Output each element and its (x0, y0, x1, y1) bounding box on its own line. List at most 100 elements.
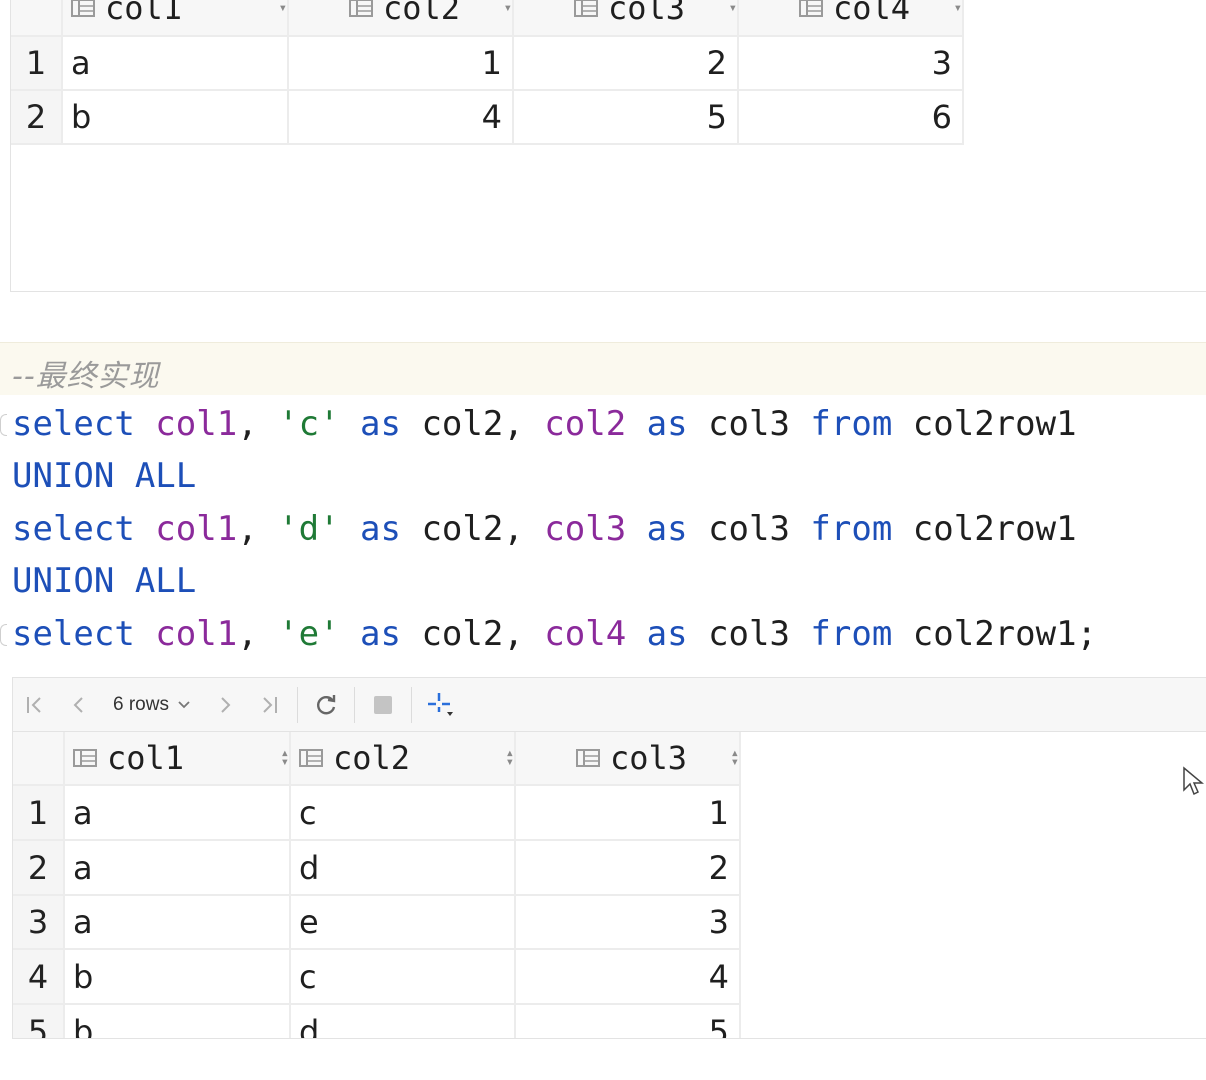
code-token: col2, (421, 404, 545, 444)
column-header-col2[interactable]: col2 ▾ (289, 0, 514, 37)
column-header-label: col2 (383, 0, 461, 27)
table-cell[interactable]: a (65, 841, 291, 896)
next-page-icon[interactable] (203, 683, 247, 727)
sort-icon[interactable]: ▾ (279, 1, 287, 15)
header-corner (11, 0, 63, 37)
table-cell[interactable]: a (65, 786, 291, 841)
column-header-col2[interactable]: col2 ▴ ▾ (291, 732, 516, 786)
table-row[interactable]: 1 a 1 2 3 (11, 37, 964, 91)
fold-marker-icon[interactable] (0, 414, 7, 436)
fold-marker-icon[interactable] (0, 624, 7, 646)
column-icon (574, 0, 598, 18)
sort-icon[interactable]: ▾ (729, 1, 737, 15)
code-token: UNION ALL (12, 561, 197, 601)
row-number: 4 (13, 950, 65, 1005)
table-cell[interactable]: 4 (516, 950, 741, 1005)
sort-icon[interactable]: ▴ ▾ (731, 746, 739, 769)
table-cell[interactable]: 3 (739, 37, 964, 91)
sort-icon[interactable]: ▴ ▾ (506, 746, 514, 769)
column-header-col1[interactable]: col1 ▴ ▾ (65, 732, 291, 786)
code-line[interactable]: select col1, 'e' as col2, col4 as col3 f… (12, 608, 1097, 660)
code-token: col1 (155, 404, 238, 444)
sql-editor[interactable]: --最终实现 select col1, 'c' as col2, col2 as… (0, 342, 1206, 664)
rows-count-label: 6 rows (113, 694, 169, 715)
column-header-col3[interactable]: col3 ▾ (514, 0, 739, 37)
table-cell[interactable]: d (291, 841, 516, 896)
table-cell[interactable]: a (65, 896, 291, 950)
table-cell[interactable]: e (291, 896, 516, 950)
result-toolbar: 6 rows (12, 677, 1206, 732)
table-cell[interactable]: 1 (516, 786, 741, 841)
code-token: col3 (708, 614, 811, 654)
row-number: 3 (13, 896, 65, 950)
column-icon (349, 0, 373, 18)
table-cell[interactable]: c (291, 950, 516, 1005)
table-row[interactable]: 4 b c 4 (13, 950, 741, 1005)
column-header-col3[interactable]: col3 ▴ ▾ (516, 732, 741, 786)
column-header-label: col3 (608, 0, 686, 27)
table-cell[interactable]: 5 (516, 1005, 741, 1038)
table-row[interactable]: 5 b d 5 (13, 1005, 741, 1038)
code-token: col1 (155, 614, 238, 654)
pin-icon[interactable] (418, 683, 462, 727)
toolbar-separator (410, 687, 412, 723)
result-grid-header: col1 ▴ ▾ col2 ▴ ▾ col3 ▴ ▾ (13, 732, 741, 786)
table-cell[interactable]: c (291, 786, 516, 841)
code-line[interactable]: select col1, 'd' as col2, col3 as col3 f… (12, 503, 1077, 555)
row-number: 1 (13, 786, 65, 841)
code-token: 'd' (278, 509, 340, 549)
table-cell[interactable]: 2 (514, 37, 739, 91)
comment-line: --最终实现 (0, 342, 1206, 395)
code-token: as (339, 404, 422, 444)
sort-icon[interactable]: ▾ (504, 1, 512, 15)
code-token: col3 (544, 509, 627, 549)
code-token: select (12, 509, 156, 549)
code-line[interactable]: UNION ALL (12, 450, 196, 502)
code-token: , (237, 614, 279, 654)
column-header-col4[interactable]: col4 ▾ (739, 0, 964, 37)
table-cell[interactable]: 4 (289, 91, 514, 145)
code-token: UNION ALL (12, 456, 197, 496)
code-line[interactable]: select col1, 'c' as col2, col2 as col3 f… (12, 398, 1077, 450)
prev-page-icon[interactable] (57, 683, 101, 727)
first-page-icon[interactable] (13, 683, 57, 727)
code-token: , (237, 404, 279, 444)
table-row[interactable]: 3 a e 3 (13, 896, 741, 950)
table-cell[interactable]: 3 (516, 896, 741, 950)
table-cell[interactable]: 5 (514, 91, 739, 145)
code-token: col1 (155, 509, 238, 549)
column-header-label: col4 (833, 0, 911, 27)
last-page-icon[interactable] (247, 683, 291, 727)
table-cell[interactable]: b (63, 91, 289, 145)
column-header-col1[interactable]: col1 ▾ (63, 0, 289, 37)
column-header-label: col2 (333, 739, 411, 777)
column-header-label: col1 (107, 739, 185, 777)
table-cell[interactable]: a (63, 37, 289, 91)
table-cell[interactable]: 2 (516, 841, 741, 896)
table-row[interactable]: 2 a d 2 (13, 841, 741, 896)
sort-icon[interactable]: ▾ (954, 1, 962, 15)
top-grid-header: col1 ▾ col2 ▾ col3 ▾ col4 ▾ (11, 0, 964, 37)
refresh-icon[interactable] (304, 683, 348, 727)
mouse-cursor-icon (1182, 766, 1205, 801)
table-cell[interactable]: b (65, 1005, 291, 1038)
code-token: col2, (421, 614, 545, 654)
code-token: 'c' (278, 404, 340, 444)
table-cell[interactable]: d (291, 1005, 516, 1038)
code-token: , (237, 509, 279, 549)
table-cell[interactable]: b (65, 950, 291, 1005)
sort-icon[interactable]: ▴ ▾ (281, 746, 289, 769)
code-token: col3 (708, 404, 811, 444)
table-row[interactable]: 2 b 4 5 6 (11, 91, 964, 145)
code-line[interactable]: UNION ALL (12, 555, 196, 607)
chevron-down-icon (178, 701, 190, 709)
code-token: select (12, 614, 156, 654)
top-result-grid: col1 ▾ col2 ▾ col3 ▾ col4 ▾ 1 a 1 2 3 2 … (10, 0, 1206, 292)
stop-icon[interactable] (361, 683, 405, 727)
code-token: col2, (421, 509, 545, 549)
column-icon (576, 748, 600, 768)
table-cell[interactable]: 1 (289, 37, 514, 91)
table-cell[interactable]: 6 (739, 91, 964, 145)
table-row[interactable]: 1 a c 1 (13, 786, 741, 841)
rows-dropdown[interactable]: 6 rows (101, 694, 203, 716)
